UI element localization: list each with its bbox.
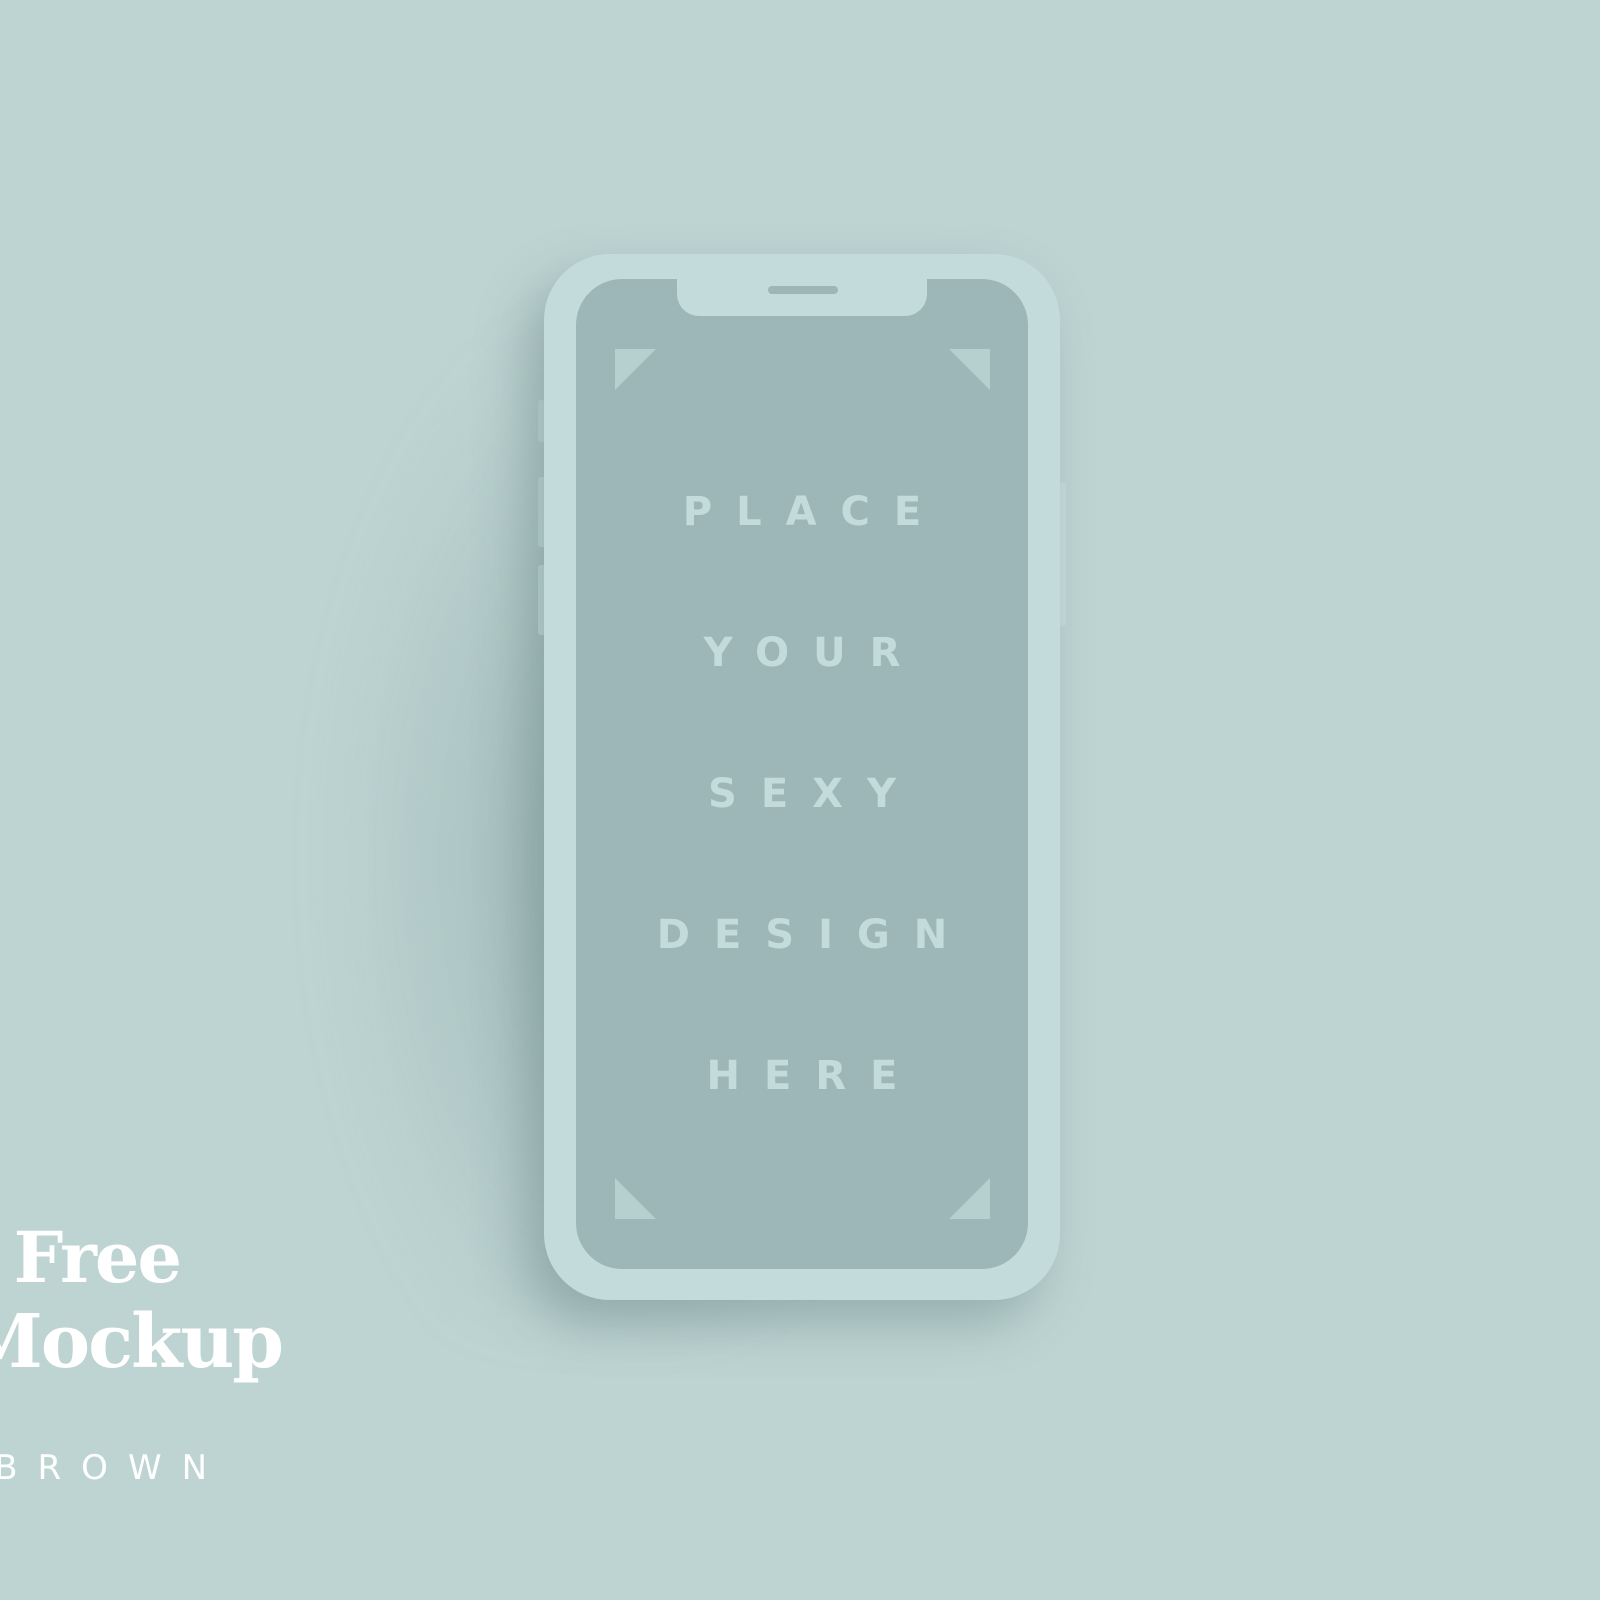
mockup-canvas: PLACE YOUR SEXY DESIGN HERE s Free Mocku… bbox=[0, 0, 1600, 1600]
speaker-grille bbox=[768, 286, 838, 294]
promo-byline: BROWN bbox=[0, 1448, 227, 1488]
promo-title-line-1: s Free bbox=[0, 1216, 182, 1299]
screen-text-sexy: SEXY bbox=[708, 771, 920, 817]
corner-mark-top-right bbox=[949, 349, 990, 390]
corner-mark-bottom-left bbox=[615, 1178, 656, 1219]
corner-mark-bottom-right bbox=[949, 1178, 990, 1219]
screen-text-your: YOUR bbox=[703, 630, 925, 676]
promo-title-line-2: Mockup bbox=[0, 1299, 284, 1385]
screen-text-here: HERE bbox=[706, 1053, 922, 1099]
screen-text-place: PLACE bbox=[682, 489, 946, 535]
phone-notch bbox=[677, 272, 927, 316]
screen-text-design: DESIGN bbox=[656, 912, 972, 958]
corner-mark-top-left bbox=[615, 349, 656, 390]
